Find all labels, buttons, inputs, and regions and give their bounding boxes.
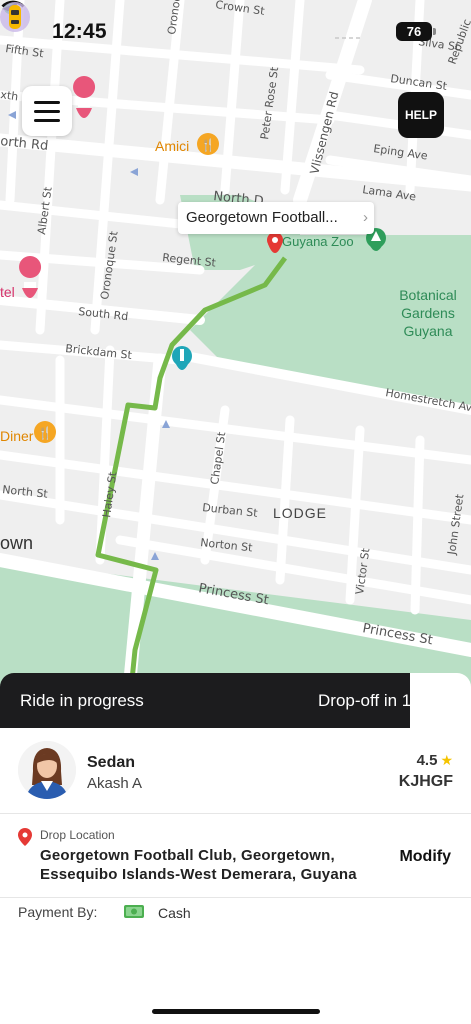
battery-tip [433,28,436,35]
svg-text:🍴: 🍴 [201,138,216,152]
menu-button[interactable] [22,86,72,136]
svg-text:Brickdam St: Brickdam St [65,342,133,362]
area-label-town: own [0,533,33,553]
driver-rating: 4.5 ★ [417,752,453,769]
ride-details-sheet: Sedan Akash A 4.5 ★ KJHGF Drop Location … [0,728,471,1024]
car-type-label: Sedan [87,754,136,771]
status-bar: 12:45 76 [0,0,471,60]
location-pin-icon [18,828,32,846]
poi-label-botanical-3: Guyana [403,323,452,339]
svg-text:Chapel St: Chapel St [208,430,228,485]
svg-text:Eping Ave: Eping Ave [373,142,429,163]
hamburger-icon [34,100,60,104]
chevron-right-icon: › [363,209,368,226]
payment-row: Payment By: Cash [0,898,471,928]
drop-location-label: Drop Location [40,828,115,842]
modify-button[interactable]: Modify [399,848,451,866]
hamburger-icon [34,109,60,113]
monument-pin-icon[interactable] [172,346,192,370]
poi-label-zoo: Guyana Zoo [282,234,354,249]
svg-text:🍴: 🍴 [38,426,53,440]
area-label-lodge: LODGE [273,505,327,521]
poi-label-botanical-1: Botanical [399,287,457,303]
destination-callout[interactable]: Georgetown Football... › [178,202,374,234]
star-icon: ★ [440,752,453,768]
help-button[interactable]: HELP [398,92,444,138]
restaurant-icon[interactable]: 🍴 [197,133,219,155]
destination-callout-label: Georgetown Football... [186,209,338,226]
payment-method: Cash [158,905,191,921]
battery-indicator: 76 [396,22,432,41]
driver-avatar [18,741,76,799]
driver-info-row[interactable]: Sedan Akash A 4.5 ★ KJHGF [0,728,471,814]
drop-location-address: Georgetown Football Club, Georgetown, Es… [40,847,357,883]
poi-label-hotel: tel [0,284,15,300]
ride-banner-edge [410,673,471,728]
driver-name-label: Akash A [87,775,143,792]
svg-text:orth Rd: orth Rd [0,134,49,154]
dropoff-eta-label: Drop-off in 1 [318,691,412,710]
hotel-pin-icon[interactable] [19,256,42,298]
drop-location-row: Drop Location Georgetown Football Club, … [0,814,471,898]
home-indicator[interactable] [152,1009,320,1014]
clock: 12:45 [52,20,107,43]
rating-value: 4.5 [416,752,438,769]
hamburger-icon [34,118,60,122]
cash-icon [124,905,144,918]
poi-label-amici: Amici [155,138,189,154]
svg-text:Peter Rose St: Peter Rose St [258,65,281,140]
car-marker-icon [0,2,30,32]
payment-label: Payment By: [18,904,98,920]
poi-label-diner: Diner [0,428,34,444]
map-view[interactable]: Crown St Fifth St xth St orth Rd North D… [0,0,471,720]
svg-text:John Street: John Street [445,493,467,557]
ride-status-label: Ride in progress [20,691,144,710]
license-plate: KJHGF [398,773,453,790]
restaurant-icon[interactable]: 🍴 [34,421,56,443]
poi-label-botanical-2: Gardens [401,305,455,321]
driver-avatar-image [18,741,76,799]
ride-status-banner: Ride in progress Drop-off in 1 [0,673,412,728]
